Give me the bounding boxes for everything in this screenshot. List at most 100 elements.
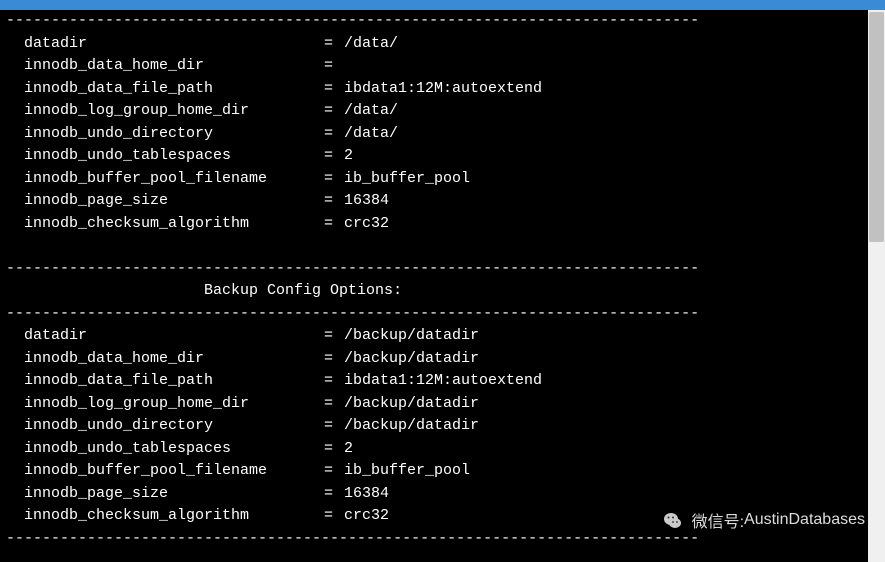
config-key: innodb_data_file_path (24, 370, 324, 393)
config-row: innodb_page_size= 16384 (6, 190, 879, 213)
equals-sign: = (324, 460, 344, 483)
config-row: innodb_data_file_path= ibdata1:12M:autoe… (6, 78, 879, 101)
divider-line: ----------------------------------------… (6, 528, 879, 551)
config-key: innodb_data_home_dir (24, 55, 324, 78)
config-key: innodb_log_group_home_dir (24, 393, 324, 416)
indent (6, 348, 24, 371)
indent (6, 415, 24, 438)
indent (6, 123, 24, 146)
equals-sign: = (324, 415, 344, 438)
config-value: ibdata1:12M:autoextend (344, 78, 542, 101)
config-row: innodb_checksum_algorithm= crc32 (6, 505, 879, 528)
config-value: 2 (344, 438, 353, 461)
indent (6, 370, 24, 393)
indent (6, 190, 24, 213)
equals-sign: = (324, 505, 344, 528)
equals-sign: = (324, 483, 344, 506)
divider-line: ----------------------------------------… (6, 303, 879, 326)
config-row: innodb_log_group_home_dir= /backup/datad… (6, 393, 879, 416)
equals-sign: = (324, 100, 344, 123)
equals-sign: = (324, 33, 344, 56)
indent (6, 100, 24, 123)
config-row: innodb_page_size= 16384 (6, 483, 879, 506)
indent (6, 213, 24, 236)
equals-sign: = (324, 145, 344, 168)
config-value: ibdata1:12M:autoextend (344, 370, 542, 393)
config-key: innodb_undo_tablespaces (24, 438, 324, 461)
config-key: innodb_undo_directory (24, 415, 324, 438)
terminal-output: ----------------------------------------… (0, 10, 885, 556)
vertical-scrollbar[interactable] (868, 10, 885, 562)
config-key: innodb_undo_tablespaces (24, 145, 324, 168)
indent (6, 505, 24, 528)
indent (6, 33, 24, 56)
config-value: /backup/datadir (344, 415, 479, 438)
config-value: /data/ (344, 123, 398, 146)
config-value: /backup/datadir (344, 325, 479, 348)
config-row: innodb_undo_tablespaces= 2 (6, 145, 879, 168)
indent (6, 438, 24, 461)
blank-line (6, 235, 879, 258)
config-row: innodb_undo_directory= /backup/datadir (6, 415, 879, 438)
config-row: innodb_undo_directory= /data/ (6, 123, 879, 146)
config-value: 16384 (344, 190, 389, 213)
equals-sign: = (324, 213, 344, 236)
indent (6, 325, 24, 348)
config-key: innodb_page_size (24, 190, 324, 213)
config-value: /data/ (344, 100, 398, 123)
config-row: innodb_checksum_algorithm= crc32 (6, 213, 879, 236)
config-row: innodb_log_group_home_dir= /data/ (6, 100, 879, 123)
equals-sign: = (324, 168, 344, 191)
config-key: innodb_page_size (24, 483, 324, 506)
config-key: innodb_undo_directory (24, 123, 324, 146)
equals-sign: = (324, 123, 344, 146)
indent (6, 483, 24, 506)
config-key: datadir (24, 325, 324, 348)
equals-sign: = (324, 370, 344, 393)
equals-sign: = (324, 55, 344, 78)
config-value: /backup/datadir (344, 348, 479, 371)
config-value: /data/ (344, 33, 398, 56)
config-value: crc32 (344, 505, 389, 528)
config-key: innodb_checksum_algorithm (24, 213, 324, 236)
config-key: innodb_buffer_pool_filename (24, 168, 324, 191)
equals-sign: = (324, 393, 344, 416)
config-row: innodb_data_home_dir= (6, 55, 879, 78)
equals-sign: = (324, 78, 344, 101)
config-key: innodb_checksum_algorithm (24, 505, 324, 528)
config-key: innodb_buffer_pool_filename (24, 460, 324, 483)
scrollbar-thumb[interactable] (869, 12, 884, 242)
indent (6, 460, 24, 483)
config-row: datadir= /data/ (6, 33, 879, 56)
config-row: datadir= /backup/datadir (6, 325, 879, 348)
config-row: innodb_data_home_dir= /backup/datadir (6, 348, 879, 371)
indent (6, 168, 24, 191)
indent (6, 145, 24, 168)
divider-line: ----------------------------------------… (6, 10, 879, 33)
config-key: innodb_data_file_path (24, 78, 324, 101)
indent (6, 55, 24, 78)
config-row: innodb_buffer_pool_filename= ib_buffer_p… (6, 460, 879, 483)
config-value: ib_buffer_pool (344, 168, 470, 191)
equals-sign: = (324, 190, 344, 213)
config-value: 2 (344, 145, 353, 168)
equals-sign: = (324, 348, 344, 371)
equals-sign: = (324, 325, 344, 348)
equals-sign: = (324, 438, 344, 461)
backup-config-title: Backup Config Options: (6, 280, 879, 303)
config-row: innodb_data_file_path= ibdata1:12M:autoe… (6, 370, 879, 393)
config-section-2: datadir= /backup/datadir innodb_data_hom… (6, 325, 879, 528)
indent (6, 78, 24, 101)
config-value: crc32 (344, 213, 389, 236)
divider-line: ----------------------------------------… (6, 258, 879, 281)
indent (6, 393, 24, 416)
config-row: innodb_undo_tablespaces= 2 (6, 438, 879, 461)
config-key: innodb_log_group_home_dir (24, 100, 324, 123)
config-value: /backup/datadir (344, 393, 479, 416)
window-titlebar (0, 0, 885, 10)
config-key: innodb_data_home_dir (24, 348, 324, 371)
config-row: innodb_buffer_pool_filename= ib_buffer_p… (6, 168, 879, 191)
config-section-1: datadir= /data/ innodb_data_home_dir= in… (6, 33, 879, 236)
config-value: ib_buffer_pool (344, 460, 470, 483)
config-key: datadir (24, 33, 324, 56)
